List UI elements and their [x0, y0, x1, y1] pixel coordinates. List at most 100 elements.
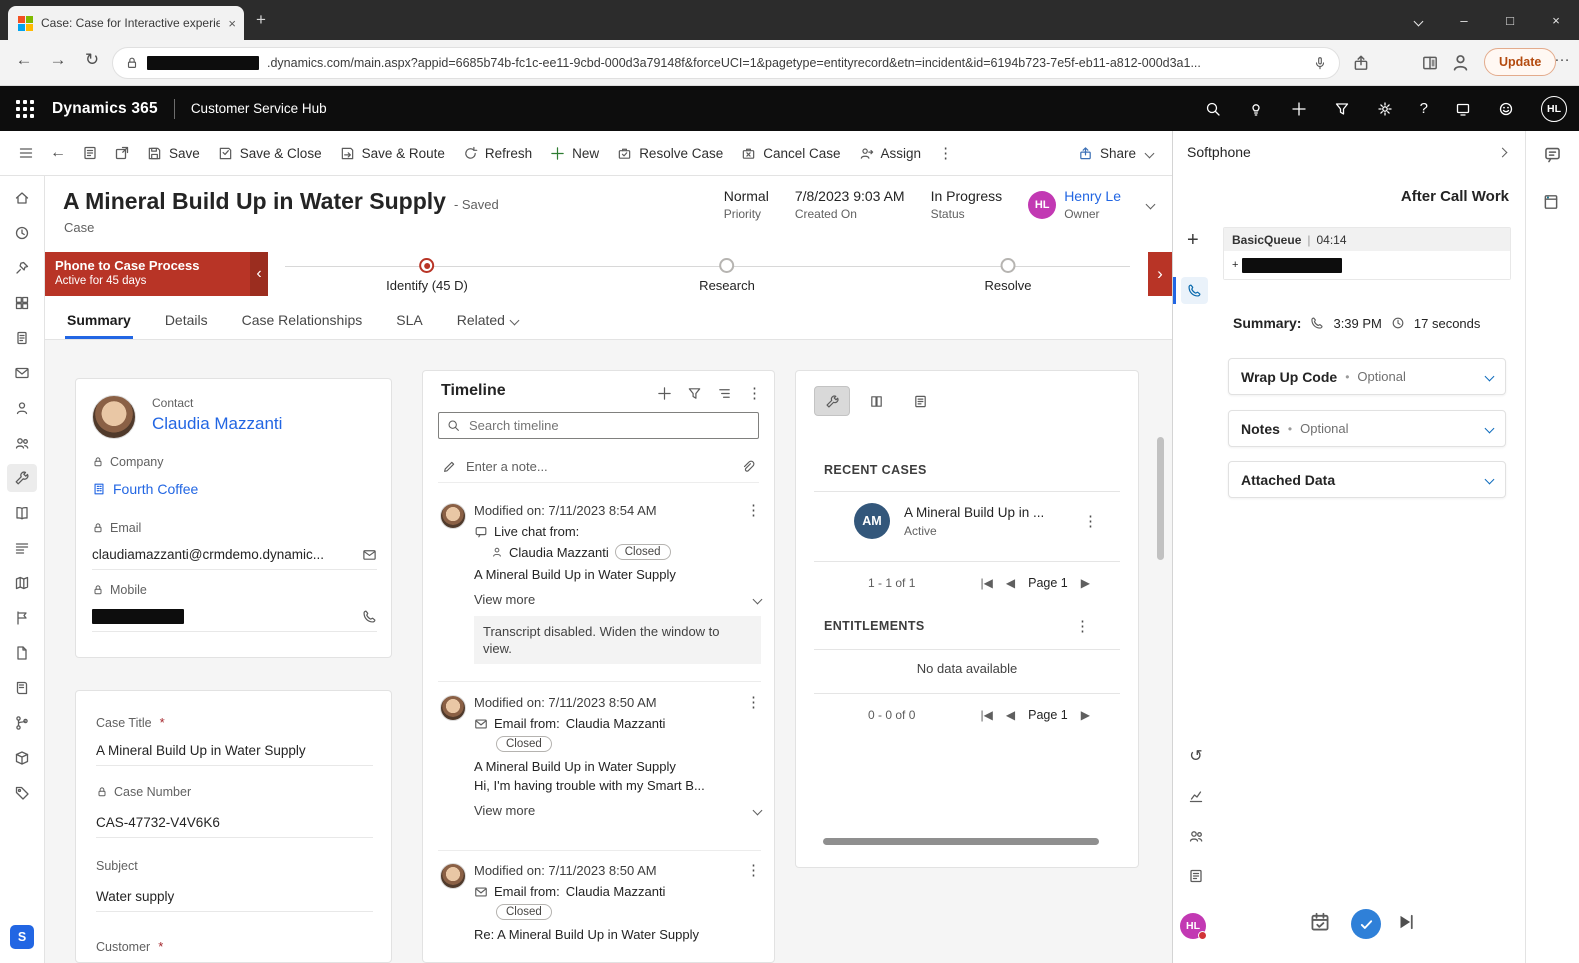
assign-button[interactable]: Assign	[850, 136, 931, 170]
view-more[interactable]: View more	[474, 592, 761, 607]
browser-profile-icon[interactable]	[1450, 52, 1471, 73]
header-expand-chevron-icon[interactable]	[1146, 200, 1156, 210]
cancel-case-button[interactable]: Cancel Case	[732, 136, 849, 170]
stage-dot[interactable]	[1001, 258, 1016, 273]
filter-icon[interactable]	[1334, 101, 1350, 117]
new-tab-button[interactable]: +	[256, 10, 266, 30]
case-row-more-icon[interactable]: ⋮	[1083, 512, 1098, 530]
browser-update-button[interactable]: Update	[1484, 48, 1556, 76]
save-close-button[interactable]: Save & Close	[209, 136, 331, 170]
app-launcher-icon[interactable]	[16, 100, 34, 118]
next-page-icon[interactable]: ▶	[1081, 576, 1090, 590]
tools-tab-selected[interactable]	[814, 386, 850, 416]
note-composer[interactable]: Enter a note...	[438, 451, 759, 483]
email-value[interactable]: claudiamazzanti@crmdemo.dynamic...	[92, 547, 377, 570]
new-button[interactable]: New	[541, 136, 608, 170]
add-session-icon[interactable]: +	[1187, 229, 1199, 252]
commandbar-overflow-icon[interactable]: ⋮	[930, 144, 961, 162]
knowledge-tab[interactable]	[858, 386, 894, 416]
bpf-stage-resolve[interactable]: Resolve	[985, 258, 1032, 293]
email-icon[interactable]	[7, 359, 37, 387]
save-route-button[interactable]: Save & Route	[331, 136, 454, 170]
area-switcher-badge[interactable]: S	[10, 925, 34, 949]
notes-journal-icon[interactable]	[1186, 866, 1206, 886]
bpf-collapse-button[interactable]: ‹	[250, 252, 268, 296]
filter-icon[interactable]	[687, 386, 702, 401]
analytics-chart-icon[interactable]	[1186, 786, 1206, 806]
recent-case-title[interactable]: A Mineral Build Up in ...	[904, 505, 1069, 520]
go-back-button[interactable]: ←	[42, 136, 74, 170]
first-page-icon[interactable]: |◀	[981, 576, 993, 590]
view-more[interactable]: View more	[474, 803, 761, 818]
notes-accordion[interactable]: Notes • Optional	[1228, 410, 1506, 447]
tab-case-relationships[interactable]: Case Relationships	[240, 312, 365, 339]
contact-name-link[interactable]: Claudia Mazzanti	[152, 414, 282, 434]
teams-chat-icon[interactable]	[1543, 145, 1562, 164]
activity-sender[interactable]: Claudia Mazzanti	[566, 884, 666, 899]
tab-related[interactable]: Related	[455, 312, 520, 339]
complete-acw-button[interactable]	[1351, 909, 1381, 939]
browser-tab[interactable]: Case: Case for Interactive experie ×	[8, 6, 244, 40]
mobile-value[interactable]	[92, 609, 377, 632]
search-icon[interactable]	[1205, 101, 1221, 117]
browser-back-button[interactable]: ←	[10, 50, 38, 70]
split-screen-icon[interactable]	[1421, 54, 1439, 72]
tag-icon[interactable]	[7, 779, 37, 807]
tab-search-chevron-icon[interactable]	[1395, 13, 1441, 28]
devices-icon[interactable]	[1455, 101, 1471, 117]
maps-icon[interactable]	[7, 569, 37, 597]
entry-more-icon[interactable]: ⋮	[746, 693, 761, 711]
knowledge-icon[interactable]	[7, 499, 37, 527]
priority-field[interactable]: Normal Priority	[724, 188, 769, 221]
contacts-icon[interactable]	[7, 394, 37, 422]
next-page-icon[interactable]: ▶	[1081, 708, 1090, 722]
window-minimize-button[interactable]: –	[1441, 13, 1487, 28]
timeline-entry[interactable]: Modified on: 7/11/2023 8:50 AM⋮ Email fr…	[438, 693, 761, 818]
call-session-icon[interactable]	[1181, 277, 1208, 304]
expand-all-icon[interactable]	[717, 386, 732, 401]
timeline-more-icon[interactable]: ⋮	[747, 384, 762, 402]
activity-sender[interactable]: Claudia Mazzanti	[509, 545, 609, 560]
prev-page-icon[interactable]: ◀	[1006, 708, 1015, 722]
bpf-stage-identify[interactable]: Identify (45 D)	[386, 258, 468, 293]
tab-summary[interactable]: Summary	[65, 312, 133, 339]
book-icon[interactable]	[7, 674, 37, 702]
recordset-icon[interactable]	[74, 136, 106, 170]
send-email-icon[interactable]	[362, 547, 377, 562]
browser-refresh-button[interactable]: ↻	[78, 50, 106, 70]
timeline-search[interactable]	[438, 412, 759, 439]
tab-details[interactable]: Details	[163, 312, 210, 339]
app-name[interactable]: Customer Service Hub	[191, 101, 327, 116]
resolve-case-button[interactable]: Resolve Case	[608, 136, 732, 170]
settings-gear-icon[interactable]	[1377, 101, 1393, 117]
subject-value[interactable]: Water supply	[96, 889, 373, 912]
tab-sla[interactable]: SLA	[394, 312, 424, 339]
home-icon[interactable]	[7, 184, 37, 212]
schedule-callback-icon[interactable]	[1309, 911, 1331, 933]
quick-create-icon[interactable]	[1291, 101, 1307, 117]
owner-link[interactable]: Henry Le	[1064, 188, 1121, 204]
entry-more-icon[interactable]: ⋮	[746, 501, 761, 519]
phone-icon[interactable]	[362, 609, 377, 624]
documents-icon[interactable]	[7, 639, 37, 667]
forms-tab[interactable]	[902, 386, 938, 416]
recent-clock-icon[interactable]	[7, 219, 37, 247]
products-box-icon[interactable]	[7, 744, 37, 772]
case-title-value[interactable]: A Mineral Build Up in Water Supply	[96, 743, 373, 766]
user-avatar[interactable]: HL	[1541, 96, 1567, 122]
brand-title[interactable]: Dynamics 365	[52, 100, 158, 118]
queues-icon[interactable]	[7, 534, 37, 562]
activity-subject[interactable]: Re: A Mineral Build Up in Water Supply	[474, 927, 761, 942]
vertical-scrollbar[interactable]	[1157, 437, 1164, 560]
contacts-people-icon[interactable]	[1186, 826, 1206, 846]
browser-forward-button[interactable]: →	[44, 50, 72, 70]
pinned-icon[interactable]	[7, 254, 37, 282]
branch-icon[interactable]	[7, 709, 37, 737]
collapse-panel-chevron-icon[interactable]	[1498, 148, 1508, 158]
save-button[interactable]: Save	[138, 136, 209, 170]
window-maximize-button[interactable]: □	[1487, 13, 1533, 28]
bpf-stage-research[interactable]: Research	[699, 258, 755, 293]
app-pane-tab-icon[interactable]	[1542, 193, 1560, 211]
attached-data-accordion[interactable]: Attached Data	[1228, 461, 1506, 498]
horizontal-scrollbar[interactable]	[823, 838, 1099, 845]
